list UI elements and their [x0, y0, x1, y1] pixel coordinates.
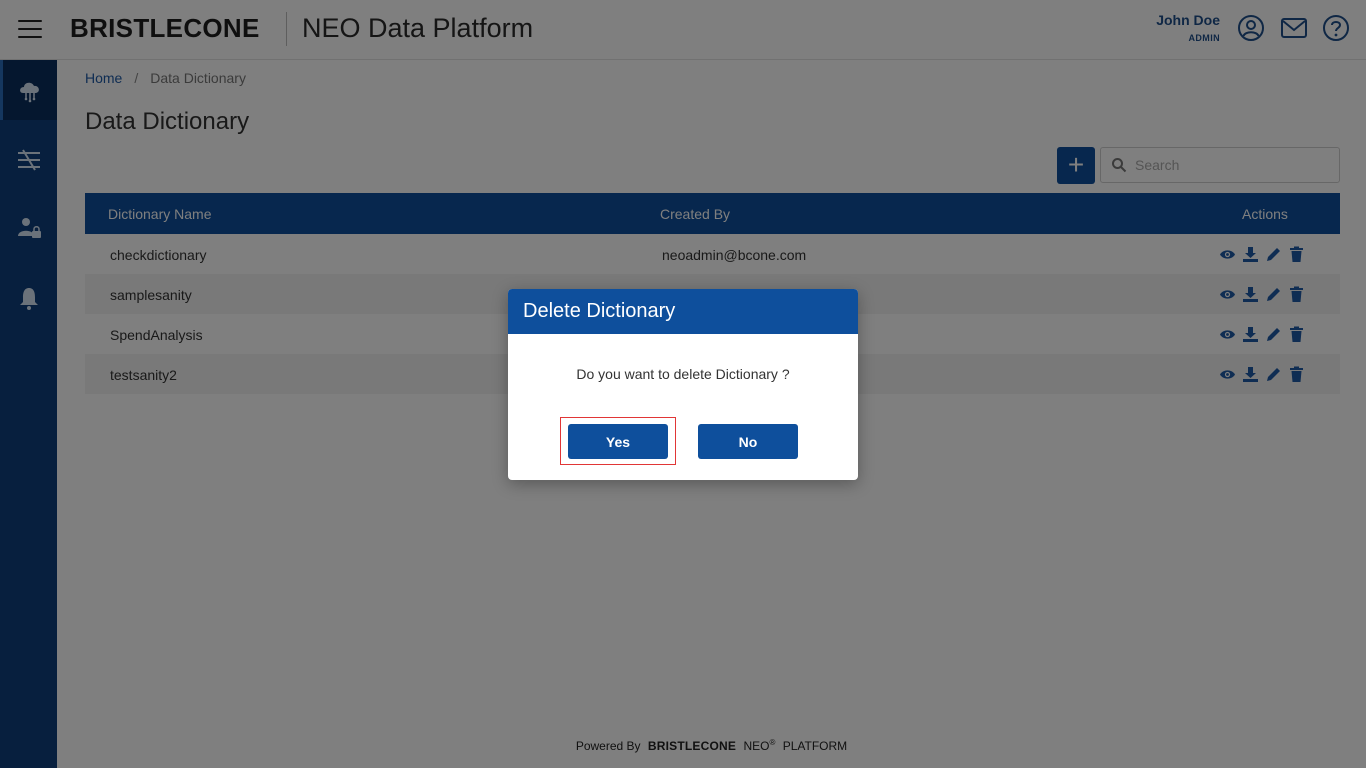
dialog-title: Delete Dictionary [508, 289, 858, 334]
yes-button[interactable]: Yes [568, 424, 668, 459]
dialog-message: Do you want to delete Dictionary ? [576, 366, 790, 382]
no-button[interactable]: No [698, 424, 798, 459]
delete-dictionary-dialog: Delete Dictionary Do you want to delete … [508, 289, 858, 480]
